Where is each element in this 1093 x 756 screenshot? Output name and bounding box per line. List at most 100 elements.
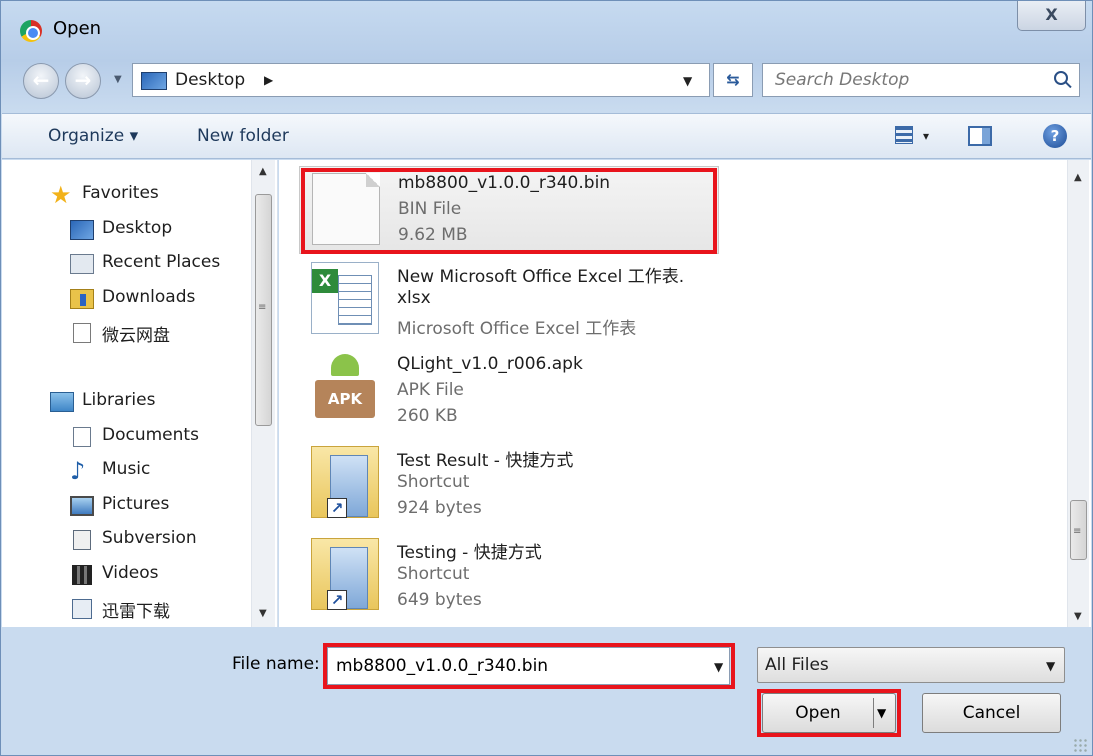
nav-weiyun[interactable]: 微云网盘 xyxy=(70,321,240,347)
scroll-up-icon[interactable]: ▲ xyxy=(259,166,267,177)
nav-subversion[interactable]: Subversion xyxy=(70,528,240,554)
search-icon[interactable] xyxy=(1054,71,1068,85)
excel-file-icon xyxy=(311,262,379,334)
close-button[interactable]: X xyxy=(1017,1,1086,31)
nav-label: Subversion xyxy=(102,528,197,548)
help-icon[interactable]: ? xyxy=(1043,124,1067,148)
red-highlight-box xyxy=(323,643,735,689)
cancel-button[interactable]: Cancel xyxy=(922,693,1061,733)
organize-button[interactable]: Organize ▾ xyxy=(48,126,138,146)
scroll-down-icon[interactable]: ▼ xyxy=(1074,611,1082,622)
file-type-filter[interactable]: All Files ▼ xyxy=(757,647,1065,683)
recent-locations-dropdown-icon[interactable]: ▼ xyxy=(114,74,122,85)
film-strip-icon xyxy=(72,565,92,585)
nav-music[interactable]: ♪ Music xyxy=(70,459,240,485)
music-note-icon: ♪ xyxy=(70,457,86,485)
address-bar[interactable]: Desktop ▶ ▼ xyxy=(132,63,710,97)
nav-favorites[interactable]: ★ Favorites xyxy=(50,183,240,209)
filter-dropdown-icon[interactable]: ▼ xyxy=(1046,659,1055,673)
new-folder-button[interactable]: New folder xyxy=(197,126,289,146)
file-size: 649 bytes xyxy=(397,590,482,610)
nav-label: Desktop xyxy=(102,218,173,238)
refresh-button[interactable]: ⇆ xyxy=(713,63,753,97)
nav-label: 微云网盘 xyxy=(102,326,170,346)
file-size: 924 bytes xyxy=(397,498,482,518)
red-highlight-box xyxy=(757,689,901,737)
search-input[interactable] xyxy=(763,64,1043,96)
command-bar: Organize ▾ New folder ▾ ? xyxy=(2,113,1091,159)
nav-scrollbar[interactable]: ▲ ≡ ▼ xyxy=(251,160,275,627)
nav-label: Pictures xyxy=(102,494,170,514)
nav-label: Favorites xyxy=(82,183,159,203)
back-arrow-icon: ← xyxy=(32,68,50,92)
file-name: QLight_v1.0_r006.apk xyxy=(397,354,583,374)
nav-label: 迅雷下载 xyxy=(102,602,170,622)
shortcut-arrow-icon: ↗ xyxy=(327,590,347,610)
file-name: Test Result - 快捷方式 xyxy=(397,451,574,471)
file-item[interactable]: QLight_v1.0_r006.apk APK File 260 KB xyxy=(299,348,719,436)
chrome-app-icon xyxy=(20,20,42,42)
file-type: Shortcut xyxy=(397,564,470,584)
search-box[interactable] xyxy=(762,63,1080,97)
close-icon: X xyxy=(1045,5,1058,24)
forward-arrow-icon: → xyxy=(74,68,92,92)
navigation-pane: ★ Favorites Desktop Recent Places Downlo… xyxy=(2,160,278,627)
star-icon: ★ xyxy=(50,181,72,209)
window-title: Open xyxy=(53,18,102,39)
nav-label: Libraries xyxy=(82,390,156,410)
nav-label: Recent Places xyxy=(102,252,221,272)
libraries-icon xyxy=(50,392,74,412)
library-folder-icon xyxy=(72,599,92,619)
filter-value: All Files xyxy=(765,655,829,675)
file-name-cont: xlsx xyxy=(397,288,431,308)
views-dropdown-icon[interactable]: ▾ xyxy=(923,129,929,143)
grip-icon: ≡ xyxy=(258,302,267,313)
file-item[interactable]: ↗ Test Result - 快捷方式 Shortcut 924 bytes xyxy=(299,440,719,528)
file-list: mb8800_v1.0.0_r340.bin BIN File 9.62 MB … xyxy=(279,160,1091,627)
nav-libraries[interactable]: Libraries xyxy=(50,390,240,416)
blank-page-icon xyxy=(73,323,91,343)
nav-downloads[interactable]: Downloads xyxy=(70,287,240,313)
downloads-folder-icon xyxy=(70,289,94,309)
shortcut-arrow-icon: ↗ xyxy=(327,498,347,518)
desktop-icon xyxy=(141,72,167,90)
file-type: APK File xyxy=(397,380,464,400)
resize-grip-icon[interactable] xyxy=(1073,738,1087,752)
scroll-up-icon[interactable]: ▲ xyxy=(1074,172,1082,183)
file-item[interactable]: New Microsoft Office Excel 工作表. xlsx Mic… xyxy=(299,256,719,344)
nav-recent-places[interactable]: Recent Places xyxy=(70,252,240,278)
breadcrumb-desktop[interactable]: Desktop xyxy=(175,70,245,90)
file-size: 260 KB xyxy=(397,406,458,426)
address-dropdown-icon[interactable]: ▼ xyxy=(683,74,692,88)
red-highlight-box xyxy=(301,168,717,254)
subversion-icon xyxy=(73,530,91,550)
nav-pictures[interactable]: Pictures xyxy=(70,494,240,520)
file-name-label: File name: xyxy=(232,654,320,674)
nav-label: Videos xyxy=(102,563,159,583)
nav-desktop[interactable]: Desktop xyxy=(70,218,240,244)
file-name: New Microsoft Office Excel 工作表. xyxy=(397,267,685,287)
file-type: Microsoft Office Excel 工作表 xyxy=(397,319,637,339)
forward-button[interactable]: → xyxy=(65,63,101,99)
preview-pane-icon[interactable] xyxy=(968,126,992,146)
nav-label: Downloads xyxy=(102,287,196,307)
nav-label: Music xyxy=(102,459,151,479)
file-name: Testing - 快捷方式 xyxy=(397,543,542,563)
nav-videos[interactable]: Videos xyxy=(70,563,240,589)
open-dialog: Open X ← → ▼ Desktop ▶ ▼ ⇆ Organize ▾ Ne… xyxy=(0,0,1093,756)
refresh-icon: ⇆ xyxy=(726,70,740,89)
title-bar: Open X xyxy=(1,1,1092,57)
back-button[interactable]: ← xyxy=(23,63,59,99)
nav-documents[interactable]: Documents xyxy=(70,425,240,451)
pictures-icon xyxy=(70,496,94,516)
file-item[interactable]: ↗ Testing - 快捷方式 Shortcut 649 bytes xyxy=(299,532,719,620)
grip-icon: ≡ xyxy=(1073,526,1082,537)
file-scrollbar[interactable]: ▲ ≡ ▼ xyxy=(1067,160,1089,627)
breadcrumb-arrow-icon[interactable]: ▶ xyxy=(264,73,273,87)
nav-xunlei[interactable]: 迅雷下载 xyxy=(70,597,240,623)
scroll-down-icon[interactable]: ▼ xyxy=(259,608,267,619)
change-view-icon[interactable] xyxy=(895,126,913,144)
file-type: Shortcut xyxy=(397,472,470,492)
documents-icon xyxy=(73,427,91,447)
recent-places-icon xyxy=(70,254,94,274)
